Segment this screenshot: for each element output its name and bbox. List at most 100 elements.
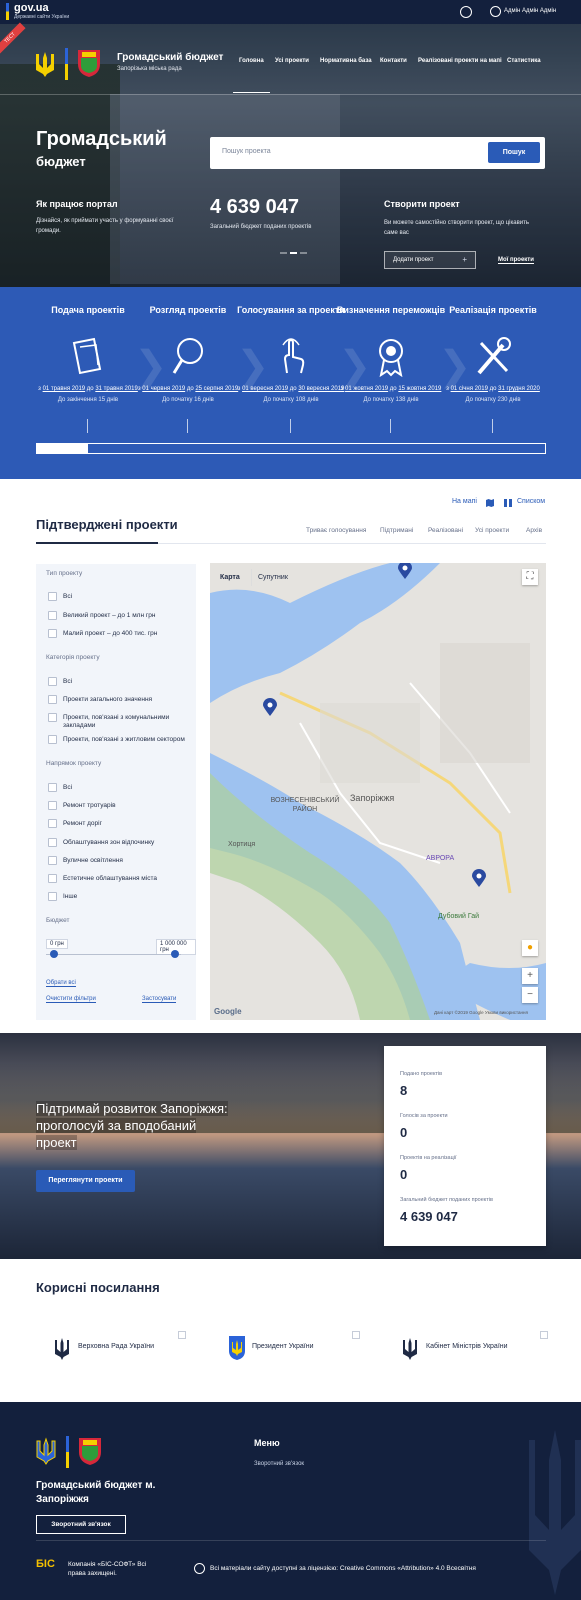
choose-all-link[interactable]: Обрати всі [46, 980, 76, 987]
user-name[interactable]: Адмін Адмін Адмін [504, 8, 556, 14]
accessibility-icon[interactable] [460, 6, 472, 18]
clear-filters-link[interactable]: Очистити фільтри [46, 996, 96, 1003]
map-avrora-label: АВРОРА [426, 855, 455, 862]
tab-voting[interactable]: Триває голосування [306, 527, 366, 534]
tab-all[interactable]: Усі проекти [475, 527, 509, 534]
city-coat-of-arms-icon[interactable] [76, 48, 102, 78]
bis-soft-logo[interactable]: БІС [36, 1558, 62, 1576]
checkbox[interactable] [48, 735, 57, 744]
map-view-icon[interactable] [486, 499, 494, 507]
slider-dots[interactable] [280, 252, 308, 254]
brand-subtitle: Запорізька міська рада [117, 66, 182, 72]
checkbox[interactable] [48, 892, 57, 901]
how-it-works-title[interactable]: Як працює портал [36, 199, 118, 209]
stage-tick [492, 419, 493, 433]
stage-tick [187, 419, 188, 433]
checkbox[interactable] [48, 677, 57, 686]
checkbox[interactable] [48, 856, 57, 865]
checkbox[interactable] [48, 783, 57, 792]
link-cabinet-of-ministers[interactable]: Кабінет Міністрів України [402, 1331, 548, 1367]
external-link-icon [540, 1331, 548, 1339]
checkbox[interactable] [48, 592, 57, 601]
plus-icon: + [462, 255, 467, 264]
search-input[interactable]: Пошук проекта [222, 148, 271, 155]
link-verkhovna-rada[interactable]: Верховна Рада України [54, 1331, 186, 1367]
checkbox[interactable] [48, 801, 57, 810]
apply-filters-link[interactable]: Застосувати [142, 996, 177, 1003]
progress-fill [37, 444, 88, 453]
view-projects-button[interactable]: Переглянути проекти [36, 1170, 135, 1192]
chevron-right-icon: ❯ [134, 344, 168, 388]
footer-feedback-link[interactable]: Зворотний зв'язок [254, 1461, 304, 1467]
tryzub-icon [55, 1338, 69, 1360]
stage-title: Реалізація проектів [449, 305, 537, 315]
map-khortytsia-label: Хортиця [228, 841, 256, 848]
map-tab-map[interactable]: Карта [214, 569, 252, 586]
tab-implemented[interactable]: Реалізовані [428, 527, 463, 534]
filter-type-title: Тип проекту [46, 570, 83, 577]
search-box: Пошук проекта Пошук [210, 137, 545, 169]
footer-license[interactable]: Всі матеріали сайту доступні за ліцензіє… [210, 1565, 476, 1572]
project-pin-icon[interactable] [263, 698, 277, 716]
ukraine-flag-icon [6, 3, 9, 20]
checkbox[interactable] [48, 838, 57, 847]
budget-slider-max-handle[interactable] [171, 950, 179, 958]
user-icon[interactable] [490, 6, 501, 17]
checkbox[interactable] [48, 713, 57, 722]
map-dubovyi-hai-label: Дубовий Гай [438, 913, 480, 920]
footer-logo-divider [66, 1436, 69, 1468]
title-underline [36, 542, 158, 544]
stage-tick [290, 419, 291, 433]
map-city-label: Запоріжжя [350, 793, 395, 803]
brand-title[interactable]: Громадський бюджет [117, 52, 223, 63]
creative-commons-icon: cc [194, 1563, 205, 1574]
search-button[interactable]: Пошук [488, 142, 540, 163]
award-medal-icon [379, 339, 403, 377]
nav-contacts[interactable]: Контакти [380, 58, 407, 64]
list-view-icon[interactable] [504, 499, 512, 507]
stages-progress-bar [36, 443, 546, 454]
view-list-link[interactable]: Списком [517, 498, 545, 505]
external-link-icon [352, 1331, 360, 1339]
add-project-button[interactable]: Додати проект + [384, 251, 476, 269]
add-project-label: Додати проект [393, 257, 434, 263]
footer-feedback-button[interactable]: Зворотний зв'язок [36, 1515, 126, 1534]
map-tab-satellite[interactable]: Супутник [252, 569, 306, 586]
tryzub-logo-icon[interactable] [35, 50, 55, 78]
stage-countdown: До початку 230 днів [465, 397, 521, 403]
tab-archive[interactable]: Архів [526, 527, 542, 534]
nav-all-projects[interactable]: Усі проекти [275, 58, 309, 64]
stage-dates: з 01 вересня 2019 до 30 вересня 2019 [237, 386, 345, 392]
project-pin-icon[interactable] [398, 563, 412, 579]
checkbox[interactable] [48, 611, 57, 620]
tab-supported[interactable]: Підтримані [380, 527, 413, 534]
checkbox[interactable] [48, 874, 57, 883]
filters-panel: Тип проекту Всі Великий проект – до 1 мл… [36, 564, 196, 1020]
nav-implemented-map[interactable]: Реалізовані проекти на мапі [418, 58, 502, 64]
link-label: Верховна Рада України [78, 1343, 155, 1350]
hero-title: Громадський [36, 128, 167, 150]
nav-statistics[interactable]: Статистика [507, 58, 541, 64]
nav-regulations[interactable]: Нормативна база [320, 58, 372, 64]
pegman-icon[interactable]: ● [522, 940, 538, 956]
checkbox[interactable] [48, 695, 57, 704]
stats-card: Подано проектів 8 Голосів за проекти 0 П… [384, 1046, 546, 1246]
gov-ua-link[interactable]: gov.ua [14, 2, 49, 14]
stat-label: Проектів на реалізації [400, 1155, 457, 1161]
map-district-label: ВОЗНЕСЕНІВСЬКИЙ РАЙОН [270, 797, 340, 813]
projects-map[interactable]: Карта Супутник ⛶ ● + − Запоріжжя ВОЗНЕСЕ… [210, 563, 546, 1020]
fullscreen-icon[interactable]: ⛶ [522, 569, 538, 585]
zoom-out-button[interactable]: − [522, 987, 538, 1003]
zoom-in-button[interactable]: + [522, 968, 538, 984]
view-map-link[interactable]: На мапі [452, 498, 477, 505]
nav-home[interactable]: Головна [239, 58, 264, 64]
checkbox[interactable] [48, 629, 57, 638]
link-president[interactable]: Президент України [228, 1331, 360, 1367]
stage-dates: з 01 травня 2019 до 31 травня 2019 [38, 386, 138, 392]
map-canvas[interactable] [210, 563, 546, 1020]
my-projects-link[interactable]: Мої проекти [498, 257, 534, 264]
project-pin-icon[interactable] [472, 869, 486, 887]
checkbox[interactable] [48, 819, 57, 828]
stage-countdown: До закінчення 15 днів [57, 397, 119, 403]
budget-slider-min-handle[interactable] [50, 950, 58, 958]
